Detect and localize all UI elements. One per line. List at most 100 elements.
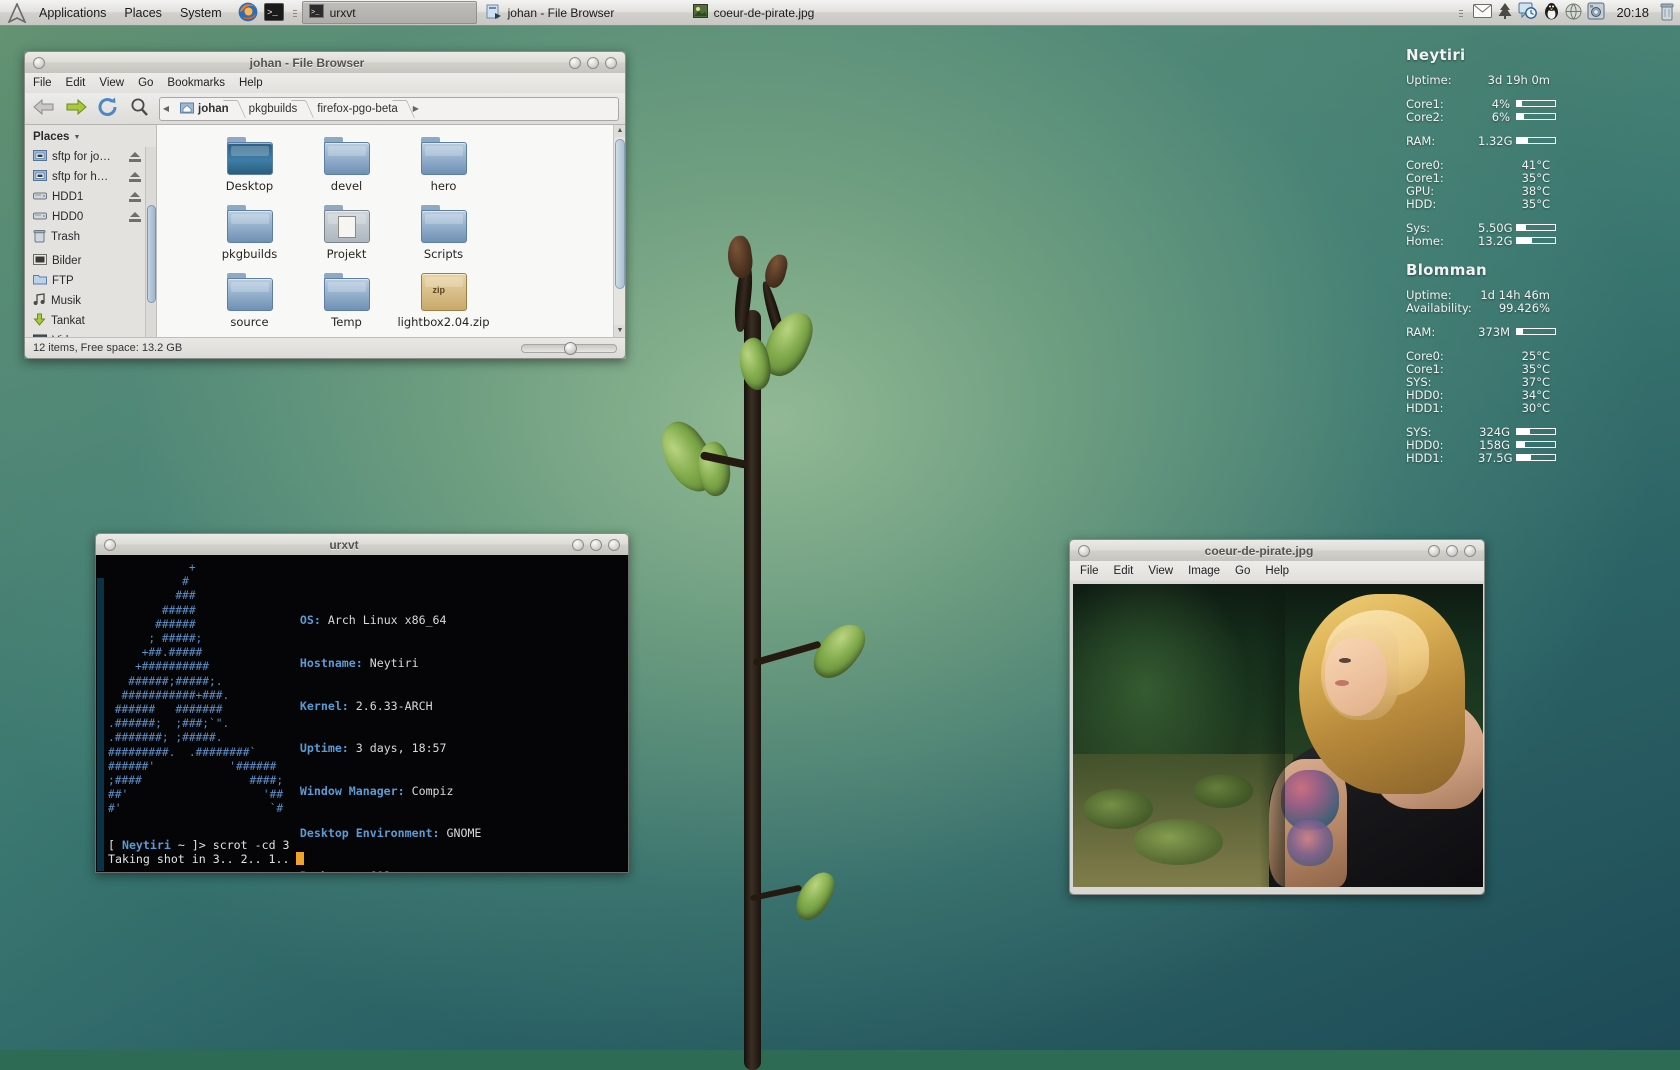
breadcrumb-item-firefox-pgo-beta[interactable]: firefox-pgo-beta <box>309 98 410 120</box>
menu-applications[interactable]: Applications <box>30 0 115 26</box>
eject-icon[interactable] <box>129 151 141 163</box>
file-item-scripts[interactable]: Scripts <box>395 193 492 261</box>
penguin-icon[interactable] <box>1543 2 1560 23</box>
close-icon[interactable] <box>605 56 617 69</box>
menu-image[interactable]: Image <box>1188 565 1220 577</box>
place-item[interactable]: FTP <box>25 271 145 291</box>
place-item[interactable]: Musik <box>25 291 145 311</box>
eject-icon[interactable] <box>129 171 141 183</box>
image-viewer-titlebar[interactable]: coeur-de-pirate.jpg <box>1069 539 1485 561</box>
maximize-icon[interactable] <box>590 538 602 551</box>
clock[interactable]: 20:18 <box>1610 5 1655 20</box>
terminal-titlebar[interactable]: urxvt <box>95 533 629 555</box>
window-controls[interactable] <box>561 56 625 69</box>
task-urxvt[interactable]: >_ urxvt <box>301 1 477 24</box>
maximize-icon[interactable] <box>1446 544 1458 557</box>
menu-places[interactable]: Places <box>115 0 171 26</box>
window-controls[interactable] <box>1420 544 1484 557</box>
firefox-icon[interactable] <box>237 1 261 25</box>
place-item[interactable]: Bilder <box>25 251 145 271</box>
scroll-up-icon[interactable]: ▲ <box>614 125 625 137</box>
place-item[interactable]: sftp for h… <box>25 167 145 187</box>
iconview-scrollbar-thumb[interactable] <box>615 139 625 289</box>
image-viewer-window[interactable]: coeur-de-pirate.jpg File Edit View Image… <box>1069 539 1485 895</box>
menu-system[interactable]: System <box>171 0 231 26</box>
minimize-icon[interactable] <box>569 56 581 69</box>
photo-canvas[interactable] <box>1073 584 1483 887</box>
window-menu-button-group[interactable] <box>1070 544 1098 557</box>
place-item[interactable]: Tankat <box>25 311 145 331</box>
sidebar-scrollbar[interactable] <box>145 147 156 337</box>
file-item-zip[interactable]: zip lightbox2.04.zip <box>395 261 492 329</box>
mail-icon[interactable] <box>1473 3 1493 22</box>
window-menu-button-group[interactable] <box>25 56 53 69</box>
search-icon[interactable] <box>127 96 153 122</box>
tray-grip[interactable] <box>1458 4 1464 22</box>
menu-edit[interactable]: Edit <box>1114 565 1134 577</box>
menu-help[interactable]: Help <box>1265 565 1289 577</box>
minimize-icon[interactable] <box>572 538 584 551</box>
menu-file[interactable]: File <box>1080 565 1099 577</box>
eject-icon[interactable] <box>129 211 141 223</box>
eject-icon[interactable] <box>129 191 141 203</box>
terminal-body[interactable]: + # ### ##### ###### ; #####; +##.##### … <box>95 555 629 873</box>
window-menu-button-group[interactable] <box>96 538 124 551</box>
file-icon-view[interactable]: Desktop devel hero pkgbuilds Projekt Scr… <box>157 125 625 337</box>
terminal-prompt-area[interactable]: [ Neytiri ~ ]> scrot -cd 3 Taking shot i… <box>108 838 305 866</box>
menu-help[interactable]: Help <box>239 77 263 89</box>
terminal-icon[interactable]: >_ <box>263 1 287 25</box>
chevron-down-icon[interactable]: ▼ <box>73 134 80 141</box>
maximize-icon[interactable] <box>587 56 599 69</box>
place-item[interactable]: HDD0 <box>25 207 145 227</box>
tree-icon[interactable] <box>1497 2 1513 23</box>
close-icon[interactable] <box>608 538 620 551</box>
update-icon[interactable] <box>1518 2 1538 23</box>
zoom-slider[interactable] <box>521 341 617 355</box>
file-item-temp[interactable]: Temp <box>298 261 395 329</box>
terminal-window[interactable]: urxvt + # ### ##### ###### ; #####; +##.… <box>95 533 629 873</box>
place-item[interactable]: HDD1 <box>25 187 145 207</box>
iconview-scrollbar[interactable]: ▲ ▼ <box>613 125 625 337</box>
menu-bookmarks[interactable]: Bookmarks <box>167 77 225 89</box>
breadcrumb-scroll-left-icon[interactable]: ◀ <box>160 104 172 113</box>
reload-icon[interactable] <box>95 96 121 122</box>
breadcrumb[interactable]: ◀ johan pkgbuilds firefox-pgo-beta ▶ <box>159 96 619 121</box>
zoom-slider-knob[interactable] <box>564 341 577 355</box>
window-menu-icon[interactable] <box>33 56 45 69</box>
menu-go[interactable]: Go <box>1235 565 1250 577</box>
file-item-devel[interactable]: devel <box>298 125 395 193</box>
menu-go[interactable]: Go <box>138 77 153 89</box>
breadcrumb-item-home[interactable]: johan <box>172 98 241 120</box>
back-icon[interactable] <box>31 96 57 122</box>
menu-file[interactable]: File <box>33 77 52 89</box>
minimize-icon[interactable] <box>1428 544 1440 557</box>
close-icon[interactable] <box>1464 544 1476 557</box>
window-menu-icon[interactable] <box>104 538 116 551</box>
volume-icon[interactable] <box>1587 2 1605 23</box>
place-item[interactable]: Trash <box>25 227 145 247</box>
trash-icon[interactable] <box>1660 2 1674 24</box>
sidebar-scrollbar-thumb[interactable] <box>147 205 156 303</box>
breadcrumb-item-pkgbuilds[interactable]: pkgbuilds <box>241 98 310 120</box>
place-item[interactable]: sftp for jo… <box>25 147 145 167</box>
task-file-browser[interactable]: johan - File Browser <box>479 1 684 24</box>
panel-grip[interactable] <box>292 4 298 22</box>
file-item-projekt[interactable]: Projekt <box>298 193 395 261</box>
forward-icon[interactable] <box>63 96 89 122</box>
arch-logo-icon[interactable] <box>6 1 28 24</box>
file-item-pkgbuilds[interactable]: pkgbuilds <box>201 193 298 261</box>
window-menu-icon[interactable] <box>1078 544 1090 557</box>
network-icon[interactable] <box>1565 3 1582 23</box>
menu-edit[interactable]: Edit <box>66 77 86 89</box>
places-header[interactable]: Places ▼ <box>25 125 156 147</box>
file-item-desktop[interactable]: Desktop <box>201 125 298 193</box>
task-image-viewer[interactable]: coeur-de-pirate.jpg <box>686 1 881 24</box>
file-browser-titlebar[interactable]: johan - File Browser <box>24 51 626 73</box>
file-browser-window[interactable]: johan - File Browser File Edit View Go B… <box>24 51 626 359</box>
file-item-source[interactable]: source <box>201 261 298 329</box>
menu-view[interactable]: View <box>1148 565 1173 577</box>
file-item-hero[interactable]: hero <box>395 125 492 193</box>
terminal-scrollbar[interactable] <box>97 578 104 871</box>
scroll-down-icon[interactable]: ▼ <box>614 325 625 337</box>
window-controls[interactable] <box>564 538 628 551</box>
